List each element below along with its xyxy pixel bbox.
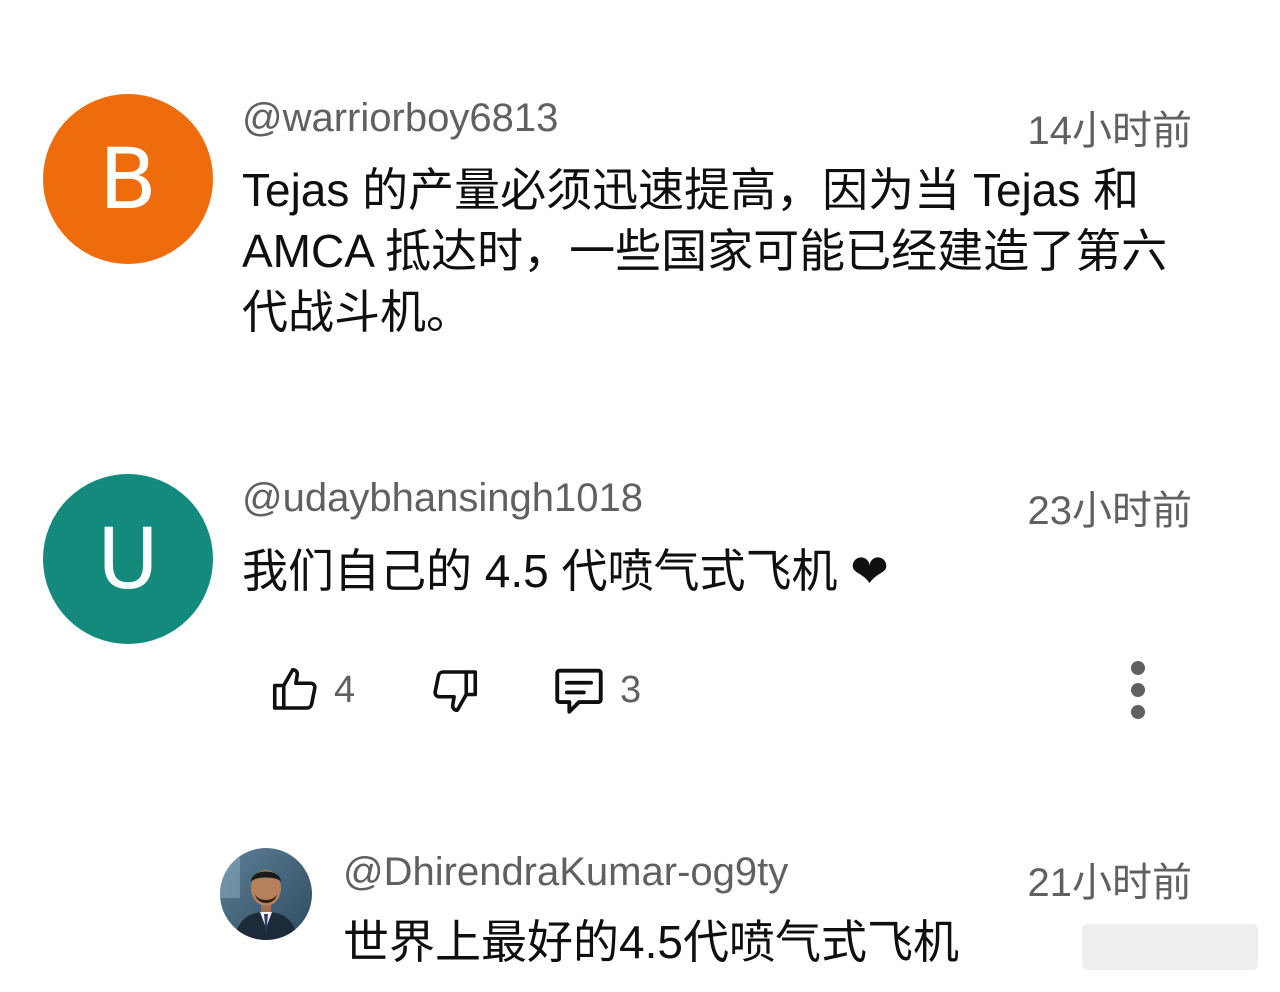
like-count: 4 — [334, 668, 356, 711]
reply-timestamp: 21小时前 — [1027, 861, 1193, 905]
comment-timestamp: 14小时前 — [1027, 109, 1193, 153]
reply-count: 3 — [620, 668, 642, 711]
comment-author[interactable]: @udaybhansingh1018 — [242, 476, 643, 521]
comment-author[interactable]: @warriorboy6813 — [242, 96, 558, 141]
profile-photo-icon — [220, 848, 312, 940]
thumbs-up-icon — [268, 663, 322, 717]
reply-button[interactable]: 3 — [550, 658, 641, 722]
comment-actions: 4 3 — [0, 658, 1280, 722]
like-button[interactable]: 4 — [268, 658, 355, 722]
watermark-overlay — [1082, 924, 1258, 970]
comment-text: 我们自己的 4.5 代喷气式飞机 ❤ — [242, 545, 889, 597]
more-options-icon — [1118, 660, 1158, 724]
thumbs-down-icon — [428, 663, 482, 717]
comment-timestamp: 23小时前 — [1027, 489, 1193, 533]
more-options-button[interactable] — [1118, 660, 1158, 724]
dislike-button[interactable] — [428, 658, 482, 722]
reply-icon — [550, 661, 608, 719]
avatar-u[interactable]: U — [43, 474, 213, 644]
avatar-b[interactable]: B — [43, 94, 213, 264]
avatar-letter: U — [97, 510, 159, 608]
reply-text: 世界上最好的4.5代喷气式飞机 — [343, 916, 959, 968]
reply-avatar[interactable] — [220, 848, 312, 940]
reply-author[interactable]: @DhirendraKumar-og9ty — [343, 850, 788, 895]
comment-text: Tejas 的产量必须迅速提高，因为当 Tejas 和 AMCA 抵达时，一些国… — [242, 164, 1168, 338]
avatar-letter: B — [99, 130, 157, 228]
